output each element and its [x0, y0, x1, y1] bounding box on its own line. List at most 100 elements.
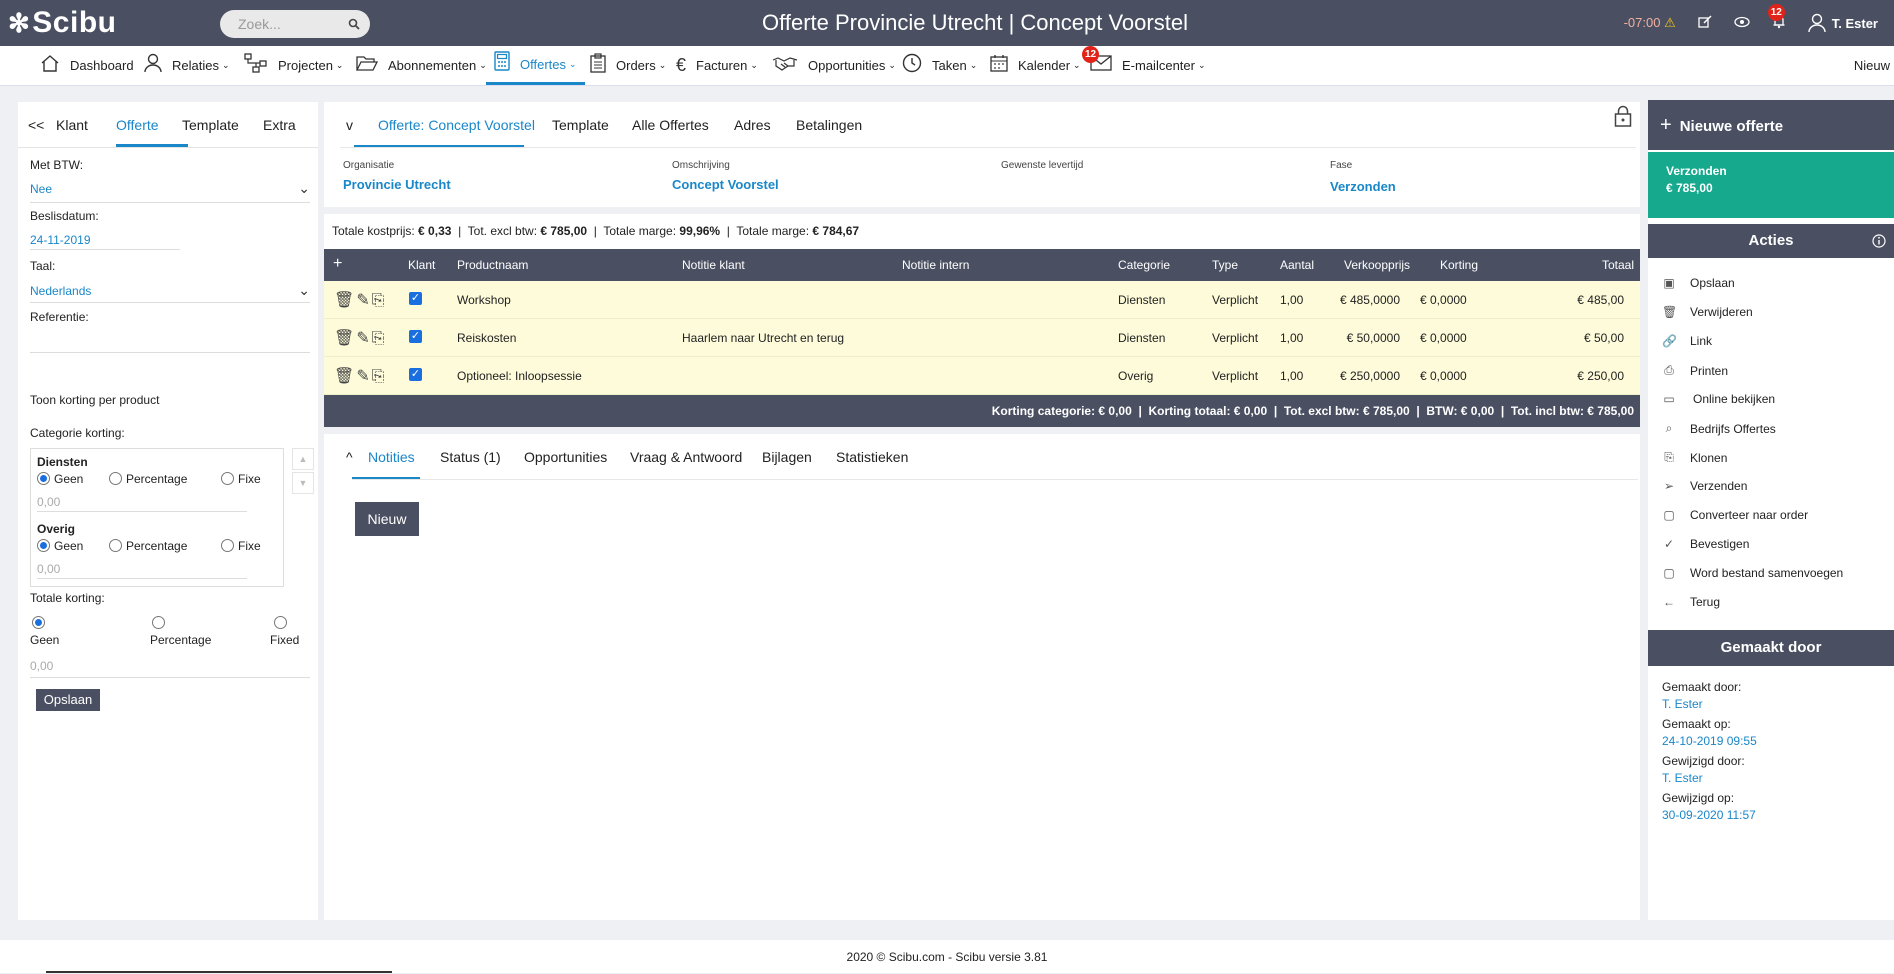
add-row-button[interactable]: +	[333, 255, 342, 273]
scroll-down-button[interactable]: ▼	[292, 472, 314, 494]
copy-icon[interactable]: ⎘	[372, 330, 387, 347]
nav-relaties[interactable]: Relaties ⌄	[144, 46, 230, 85]
action-link[interactable]: 🔗 Link	[1662, 334, 1712, 348]
tab-offerte[interactable]: Offerte	[116, 117, 159, 133]
eye-icon[interactable]	[1734, 16, 1750, 31]
nav-opportunities[interactable]: Opportunities ⌄	[772, 46, 896, 85]
tab-template[interactable]: Template	[182, 117, 239, 133]
action-verzenden[interactable]: ➢ Verzenden	[1662, 479, 1747, 493]
search-input[interactable]: Zoek...	[220, 10, 370, 38]
nav-nieuw-button[interactable]: Nieuw	[1854, 58, 1890, 73]
nav-abonnementen[interactable]: Abonnementen ⌄	[355, 46, 487, 85]
tab-adres[interactable]: Adres	[734, 117, 771, 133]
organisatie-link[interactable]: Provincie Utrecht	[343, 177, 451, 192]
status-card[interactable]: Verzonden € 785,00	[1648, 152, 1894, 218]
col-type[interactable]: Type	[1212, 258, 1238, 272]
nav-taken[interactable]: Taken ⌄	[902, 46, 977, 85]
action-verwijderen[interactable]: 🗑 Verwijderen	[1662, 305, 1753, 319]
action-online-bekijken[interactable]: ▭ Online bekijken	[1662, 392, 1775, 406]
action-converteer[interactable]: ▢ Converteer naar order	[1662, 508, 1808, 522]
nav-dashboard[interactable]: Dashboard	[40, 46, 134, 85]
klant-checkbox[interactable]: ✓	[409, 292, 422, 305]
action-bevestigen[interactable]: ✓ Bevestigen	[1662, 537, 1749, 551]
trash-icon[interactable]: 🗑	[334, 330, 356, 347]
col-totaal[interactable]: Totaal	[1602, 258, 1634, 272]
btw-select[interactable]: Nee ⌄	[30, 180, 310, 196]
tab-template[interactable]: Template	[552, 117, 609, 133]
tab-opportunities[interactable]: Opportunities	[524, 449, 607, 465]
pencil-icon[interactable]: ✎	[356, 330, 371, 347]
tab-vraag-antwoord[interactable]: Vraag & Antwoord	[630, 449, 742, 465]
referentie-input[interactable]	[30, 352, 310, 353]
col-aantal[interactable]: Aantal	[1280, 258, 1314, 272]
nav-projecten[interactable]: Projecten ⌄	[244, 46, 343, 85]
collapse-left-button[interactable]: <<	[28, 117, 44, 133]
pencil-icon[interactable]: ✎	[356, 368, 371, 385]
omschrijving-value[interactable]: Concept Voorstel	[672, 177, 779, 192]
klant-checkbox[interactable]: ✓	[409, 368, 422, 381]
nav-orders[interactable]: Orders ⌄	[590, 46, 666, 85]
col-productnaam[interactable]: Productnaam	[457, 258, 528, 272]
col-notitie-klant[interactable]: Notitie klant	[682, 258, 745, 272]
totale-radio-percentage[interactable]	[152, 614, 165, 630]
lock-icon[interactable]	[1614, 105, 1632, 133]
nav-kalender[interactable]: Kalender ⌄	[990, 46, 1081, 85]
radio-percentage[interactable]: Percentage	[109, 470, 187, 486]
gewijzigd-door-value[interactable]: T. Ester	[1662, 771, 1703, 785]
action-klonen[interactable]: ⎘ Klonen	[1662, 450, 1727, 465]
action-printen[interactable]: ⎙ Printen	[1662, 363, 1728, 378]
collapse-header-button[interactable]: v	[346, 117, 353, 133]
tab-offerte-concept[interactable]: Offerte: Concept Voorstel	[378, 117, 535, 133]
nav-offertes[interactable]: Offertes ⌄	[486, 46, 585, 85]
radio-percentage[interactable]: Percentage	[109, 537, 187, 553]
totale-radio-fixed[interactable]	[274, 614, 287, 630]
radio-geen[interactable]: Geen	[37, 470, 83, 486]
table-row[interactable]: 🗑✎⎘ ✓ Optioneel: Inloopsessie Overig Ver…	[324, 357, 1640, 395]
tab-status[interactable]: Status (1)	[440, 449, 501, 465]
action-terug[interactable]: ← Terug	[1662, 595, 1720, 609]
klant-checkbox[interactable]: ✓	[409, 330, 422, 343]
radio-fixed[interactable]: Fixe	[221, 537, 261, 553]
timezone-offset[interactable]: -07:00 ⚠	[1624, 15, 1676, 31]
nav-emailcenter[interactable]: 12 E-mailcenter ⌄	[1082, 46, 1206, 85]
totale-korting-input[interactable]: 0,00	[30, 659, 53, 673]
user-menu[interactable]: T. Ester	[1808, 13, 1878, 33]
tab-extra[interactable]: Extra	[263, 117, 296, 133]
copy-icon[interactable]: ⎘	[372, 368, 387, 385]
tab-bijlagen[interactable]: Bijlagen	[762, 449, 812, 465]
taal-select[interactable]: Nederlands ⌄	[30, 282, 310, 298]
new-offer-button[interactable]: + Nieuwe offerte	[1648, 100, 1894, 150]
fase-value[interactable]: Verzonden	[1330, 179, 1396, 194]
col-klant[interactable]: Klant	[408, 258, 435, 272]
pencil-icon[interactable]: ✎	[356, 292, 371, 309]
scibu-logo[interactable]: ✻ Scibu	[8, 6, 116, 40]
category-korting-input[interactable]: 0,00	[37, 495, 60, 509]
beslisdatum-input[interactable]: 24-11-2019	[30, 233, 91, 247]
radio-fixed[interactable]: Fixe	[221, 470, 261, 486]
trash-icon[interactable]: 🗑	[334, 368, 356, 385]
tab-statistieken[interactable]: Statistieken	[836, 449, 908, 465]
col-notitie-intern[interactable]: Notitie intern	[902, 258, 969, 272]
table-row[interactable]: 🗑✎⎘ ✓ Reiskosten Haarlem naar Utrecht en…	[324, 319, 1640, 357]
gemaakt-door-value[interactable]: T. Ester	[1662, 697, 1703, 711]
action-opslaan[interactable]: ▣ Opslaan	[1662, 276, 1734, 290]
scroll-up-button[interactable]: ▲	[292, 448, 314, 470]
col-korting[interactable]: Korting	[1440, 258, 1478, 272]
new-note-button[interactable]: Nieuw	[355, 502, 419, 536]
radio-geen[interactable]: Geen	[37, 537, 83, 553]
tab-alle-offertes[interactable]: Alle Offertes	[632, 117, 709, 133]
nav-facturen[interactable]: € Facturen ⌄	[676, 46, 758, 85]
copy-icon[interactable]: ⎘	[372, 292, 387, 309]
left-save-button[interactable]: Opslaan	[36, 689, 100, 711]
bell-icon[interactable]: 12	[1767, 4, 1786, 32]
action-word-samenvoegen[interactable]: ▢ Word bestand samenvoegen	[1662, 566, 1843, 580]
collapse-bottom-button[interactable]: ^	[346, 449, 353, 465]
trash-icon[interactable]: 🗑	[334, 292, 356, 309]
category-korting-input[interactable]: 0,00	[37, 562, 60, 576]
col-categorie[interactable]: Categorie	[1118, 258, 1170, 272]
edit-icon[interactable]	[1698, 14, 1712, 32]
info-icon[interactable]	[1872, 224, 1886, 261]
col-verkoopprijs[interactable]: Verkoopprijs	[1344, 258, 1410, 272]
tab-notities[interactable]: Notities	[368, 449, 415, 465]
table-row[interactable]: 🗑✎⎘ ✓ Workshop Diensten Verplicht 1,00 €…	[324, 281, 1640, 319]
